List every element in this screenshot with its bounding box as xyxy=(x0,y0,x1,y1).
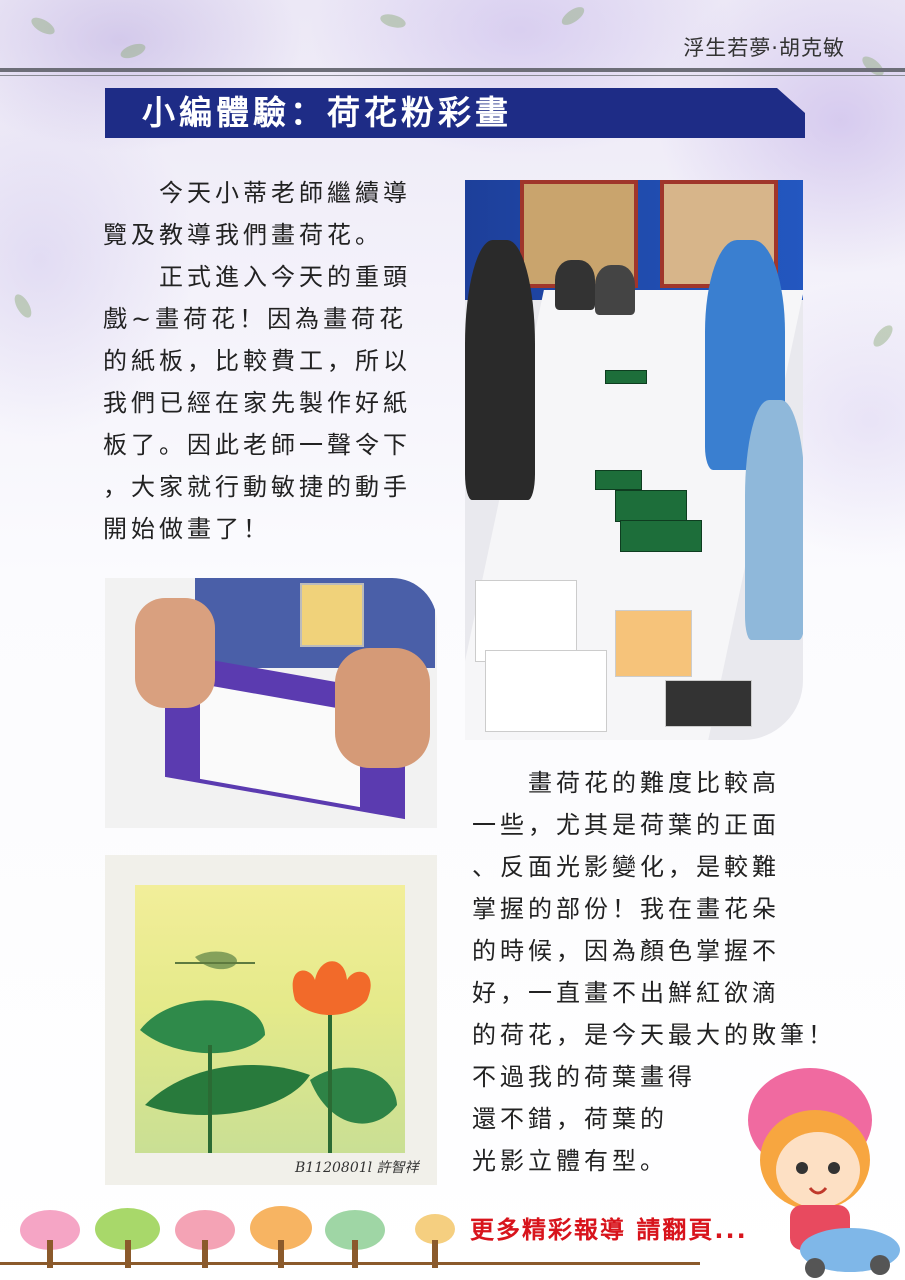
lotus-painting-photo: B1120801l 許智祥 xyxy=(105,855,437,1185)
painting-signature: B1120801l 許智祥 xyxy=(295,1160,419,1176)
author-name: 浮生若夢·胡克敏 xyxy=(683,36,845,60)
lotus-painting xyxy=(140,951,397,1153)
header-rule-thin xyxy=(0,75,905,76)
article-paragraph-1: 今天小蒂老師繼續導 覽及教導我們畫荷花。 正式進入今天的重頭 戲~畫荷花！因為畫… xyxy=(103,179,411,543)
cutting-mat-photo xyxy=(105,578,437,828)
workshop-photo xyxy=(465,180,803,740)
page-title: 小編體驗：荷花粉彩畫 xyxy=(142,93,512,132)
continue-next-page-text: 更多精彩報導 請翻頁... xyxy=(470,1216,748,1244)
footer-trees-decoration xyxy=(0,1200,905,1280)
footer-ground-line xyxy=(0,1262,700,1265)
header-rule xyxy=(0,68,905,72)
